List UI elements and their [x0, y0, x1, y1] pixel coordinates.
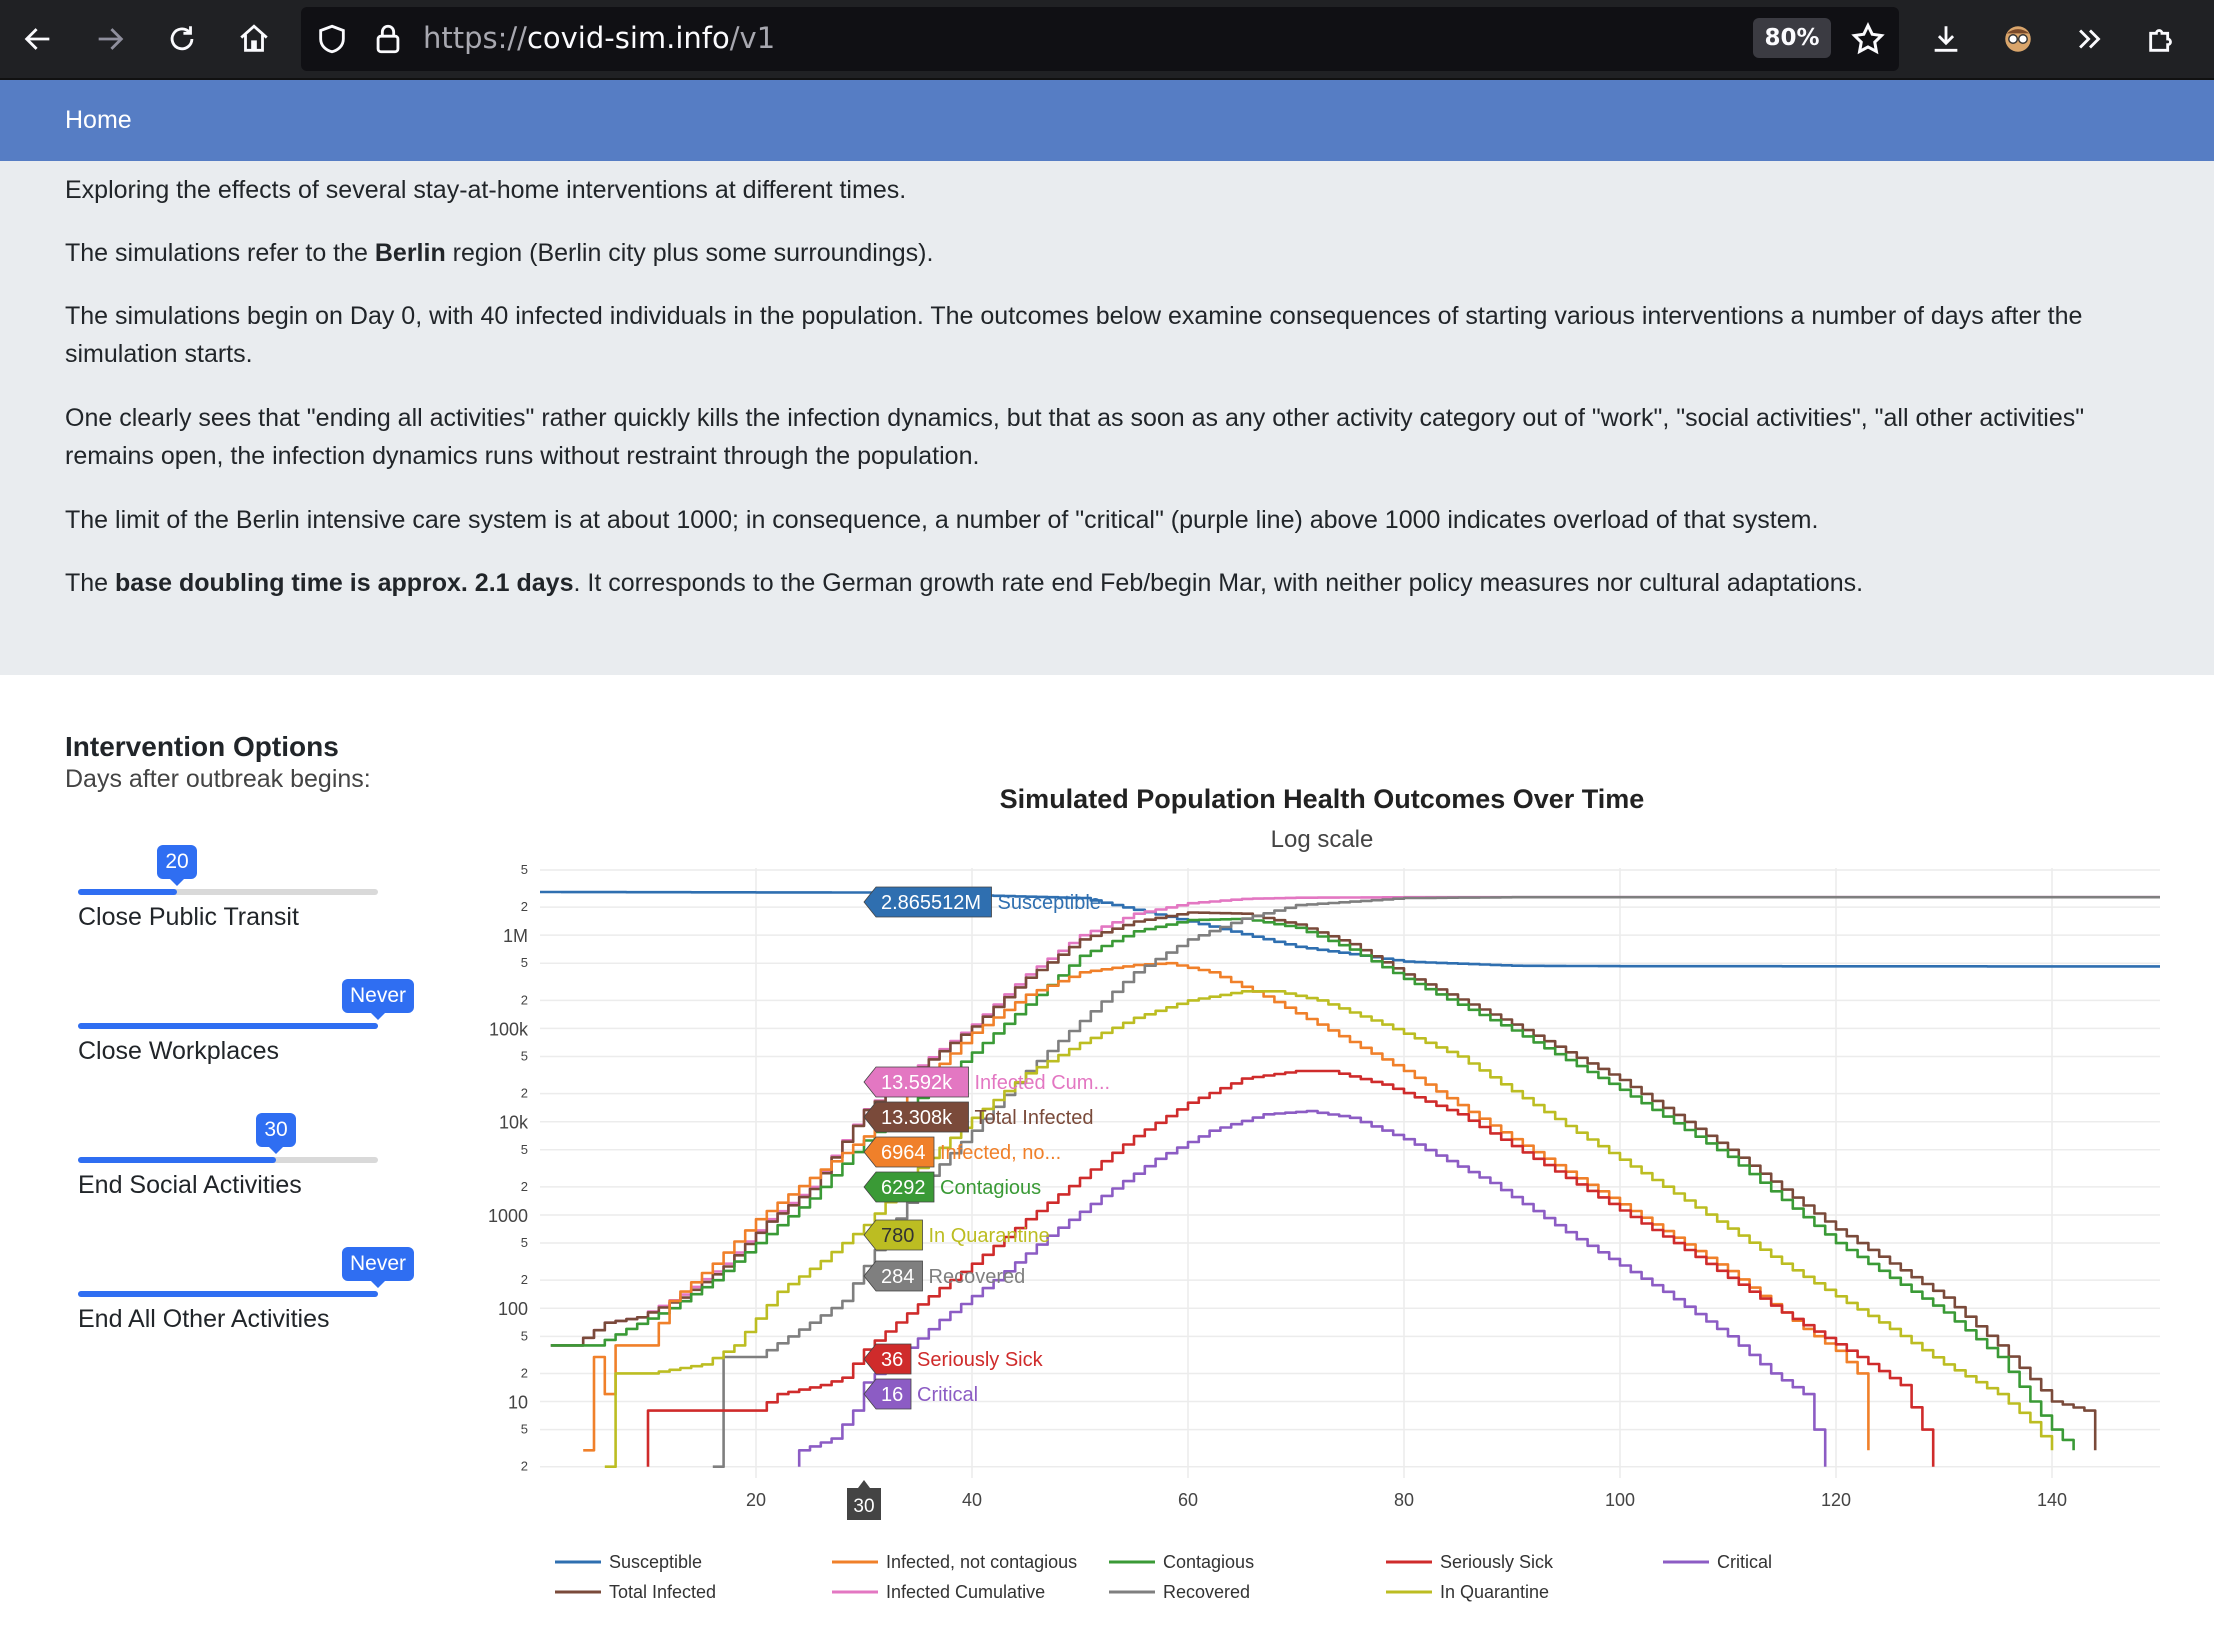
hover-name-susceptible: Susceptible — [998, 892, 1101, 914]
legend-item-recovered[interactable]: Recovered — [1163, 1582, 1250, 1602]
series-line-total-infected — [550, 911, 2097, 1451]
x-tick-label: 80 — [1394, 1490, 1414, 1510]
hover-name-recovered: Recovered — [929, 1266, 1026, 1288]
hover-value-critical: 16 — [881, 1384, 903, 1406]
hover-day-label: 30 — [853, 1496, 874, 1517]
y-tick-label: 10 — [508, 1393, 528, 1413]
y-tick-label: 2 — [521, 1272, 528, 1287]
y-tick-label: 5 — [521, 1049, 528, 1064]
y-tick-label: 1000 — [488, 1206, 528, 1226]
health-outcomes-chart[interactable]: Simulated Population Health Outcomes Ove… — [0, 0, 2214, 1628]
y-tick-label: 2 — [521, 1459, 528, 1474]
y-tick-label: 5 — [521, 1235, 528, 1250]
legend-item-infected-cum[interactable]: Infected Cumulative — [886, 1582, 1045, 1602]
series-line-seriously-sick — [646, 1069, 1935, 1467]
y-tick-label: 2 — [521, 992, 528, 1007]
hover-value-susceptible: 2.865512M — [881, 892, 981, 914]
hover-name-seriously-sick: Seriously Sick — [917, 1349, 1044, 1371]
legend-item-susceptible[interactable]: Susceptible — [609, 1552, 702, 1572]
hover-value-infected-cum: 13.592k — [881, 1072, 953, 1094]
hover-name-contagious: Contagious — [940, 1177, 1041, 1199]
x-tick-label: 100 — [1605, 1490, 1635, 1510]
hover-value-contagious: 6292 — [881, 1177, 926, 1199]
hover-value-seriously-sick: 36 — [881, 1349, 903, 1371]
hover-name-in-quarantine: In Quarantine — [929, 1225, 1050, 1247]
chart-series — [540, 890, 2160, 1468]
hover-value-recovered: 284 — [881, 1266, 914, 1288]
y-tick-label: 5 — [521, 955, 528, 970]
hover-name-total-infected: Total Infected — [975, 1107, 1094, 1129]
legend-item-critical[interactable]: Critical — [1717, 1552, 1772, 1572]
y-tick-label: 2 — [521, 1179, 528, 1194]
hover-value-in-quarantine: 780 — [881, 1225, 914, 1247]
legend-item-contagious[interactable]: Contagious — [1163, 1552, 1254, 1572]
hover-value-total-infected: 13.308k — [881, 1107, 953, 1129]
chart-subtitle: Log scale — [1271, 826, 1374, 853]
legend-item-seriously-sick[interactable]: Seriously Sick — [1440, 1552, 1554, 1572]
x-tick-label: 140 — [2037, 1490, 2067, 1510]
legend-item-total-infected[interactable]: Total Infected — [609, 1582, 716, 1602]
hover-name-infected-cum: Infected Cum... — [975, 1072, 1111, 1094]
x-tick-label: 120 — [1821, 1490, 1851, 1510]
y-tick-label: 5 — [521, 862, 528, 877]
y-tick-label: 5 — [521, 1328, 528, 1343]
hover-name-critical: Critical — [917, 1384, 978, 1406]
legend-item-infected-nc[interactable]: Infected, not contagious — [886, 1552, 1077, 1572]
legend-item-in-quarantine[interactable]: In Quarantine — [1440, 1582, 1549, 1602]
y-tick-label: 100k — [489, 1019, 529, 1039]
chart-legend[interactable]: Susceptible Infected, not contagious Conta… — [555, 1552, 1772, 1602]
hover-value-infected-nc: 6964 — [881, 1142, 926, 1164]
chart-title: Simulated Population Health Outcomes Ove… — [1000, 784, 1645, 814]
hover-name-infected-nc: Infected, no... — [940, 1142, 1061, 1164]
series-line-infected-nc — [583, 961, 1870, 1452]
x-tick-label: 60 — [1178, 1490, 1198, 1510]
y-tick-label: 5 — [521, 1422, 528, 1437]
x-tick-label: 20 — [746, 1490, 766, 1510]
y-tick-label: 2 — [521, 899, 528, 914]
y-tick-label: 1M — [503, 926, 528, 946]
y-tick-label: 2 — [521, 1365, 528, 1380]
chart-grid — [540, 868, 2160, 1478]
y-tick-label: 10k — [499, 1113, 529, 1133]
y-tick-label: 100 — [498, 1299, 528, 1319]
x-tick-label: 40 — [962, 1490, 982, 1510]
y-tick-label: 5 — [521, 1142, 528, 1157]
series-line-critical — [797, 1109, 1827, 1467]
y-tick-label: 2 — [521, 1086, 528, 1101]
